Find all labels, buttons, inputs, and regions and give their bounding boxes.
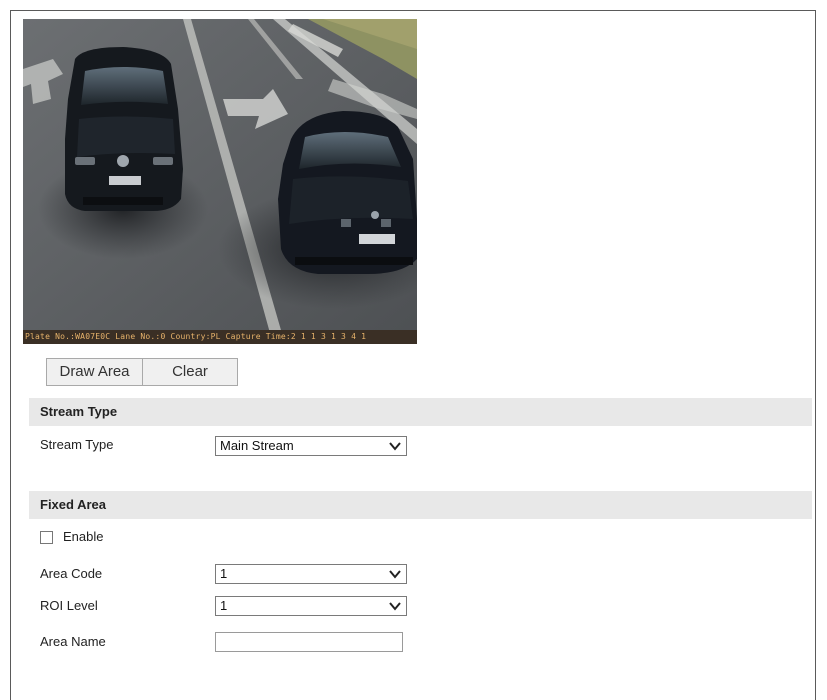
- area-name-label: Area Name: [40, 634, 106, 649]
- chevron-down-icon: [389, 442, 401, 451]
- stream-type-label: Stream Type: [40, 437, 114, 452]
- roi-level-select[interactable]: 1: [215, 596, 407, 616]
- video-preview[interactable]: Plate No.:WA07E0C Lane No.:0 Country:PL …: [23, 19, 417, 344]
- draw-area-button[interactable]: Draw Area: [46, 358, 143, 386]
- area-name-input[interactable]: [215, 632, 403, 652]
- osd-caption: Plate No.:WA07E0C Lane No.:0 Country:PL …: [23, 330, 417, 344]
- road-scene-image: [23, 19, 417, 344]
- chevron-down-icon: [389, 570, 401, 579]
- stream-type-select[interactable]: Main Stream: [215, 436, 407, 456]
- enable-checkbox[interactable]: [40, 531, 53, 544]
- enable-label[interactable]: Enable: [63, 529, 103, 544]
- area-code-value: 1: [220, 566, 228, 581]
- area-code-label: Area Code: [40, 566, 103, 581]
- chevron-down-icon: [389, 602, 401, 611]
- roi-level-value: 1: [220, 598, 228, 613]
- stream-type-section-header: Stream Type: [29, 398, 812, 426]
- area-code-select[interactable]: 1: [215, 564, 407, 584]
- fixed-area-section-header: Fixed Area: [29, 491, 812, 519]
- stream-type-value: Main Stream: [220, 438, 294, 453]
- roi-level-label: ROI Level: [40, 598, 98, 613]
- clear-button[interactable]: Clear: [143, 358, 238, 386]
